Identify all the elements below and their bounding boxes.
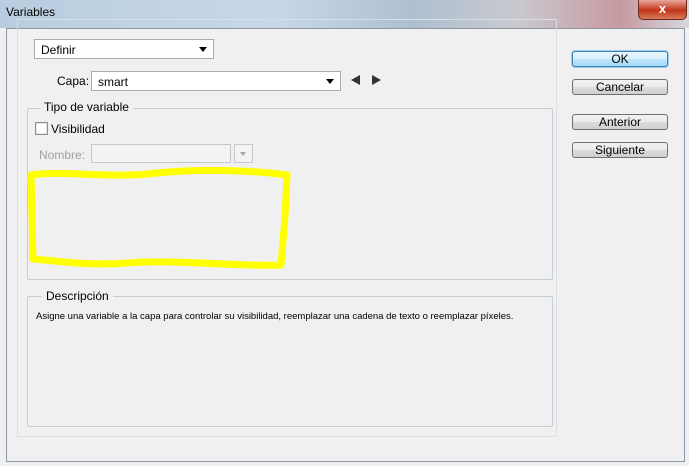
- name-dropdown-button[interactable]: [234, 144, 253, 163]
- description-text: Asigne una variable a la capa para contr…: [36, 311, 514, 322]
- mode-select[interactable]: Definir: [34, 39, 214, 59]
- next-layer-arrow-icon[interactable]: [372, 75, 381, 85]
- visibility-label: Visibilidad: [51, 122, 105, 136]
- chevron-down-icon: [240, 152, 246, 156]
- layer-select-value: smart: [98, 75, 128, 89]
- description-legend: Descripción: [42, 289, 113, 303]
- visibility-checkbox[interactable]: [35, 122, 48, 135]
- chevron-down-icon: [199, 47, 207, 52]
- layer-select[interactable]: smart: [91, 71, 341, 91]
- layer-label: Capa:: [57, 74, 90, 88]
- highlight-marker-annotation: [27, 167, 291, 269]
- window-title: Variables: [6, 5, 56, 19]
- close-icon: x: [658, 1, 667, 16]
- variable-type-legend: Tipo de variable: [40, 100, 133, 114]
- next-button[interactable]: Siguiente: [572, 142, 668, 158]
- previous-button[interactable]: Anterior: [572, 114, 668, 130]
- name-field[interactable]: [91, 144, 231, 163]
- chevron-down-icon: [326, 79, 334, 84]
- cancel-button[interactable]: Cancelar: [572, 79, 668, 95]
- name-label: Nombre:: [39, 148, 86, 162]
- mode-select-value: Definir: [41, 43, 76, 57]
- close-button[interactable]: x: [638, 0, 687, 20]
- previous-layer-arrow-icon[interactable]: [351, 75, 360, 85]
- ok-button[interactable]: OK: [572, 51, 668, 67]
